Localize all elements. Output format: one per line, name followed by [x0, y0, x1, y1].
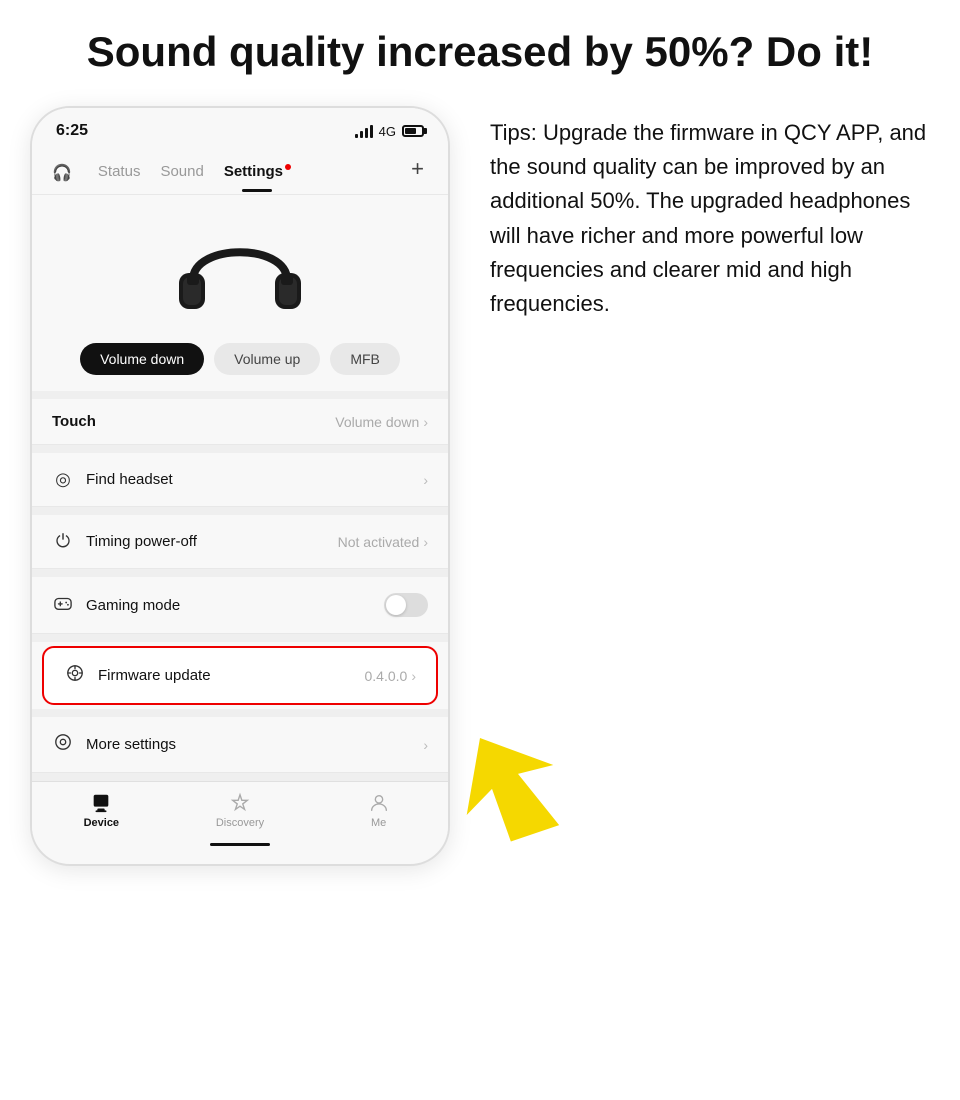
- touch-label: Touch: [52, 413, 335, 430]
- bottom-nav-discovery[interactable]: Discovery: [205, 792, 275, 829]
- more-settings-chevron-icon: ›: [423, 737, 428, 753]
- headphone-tab-icon[interactable]: 🎧: [52, 163, 72, 183]
- me-nav-label: Me: [371, 817, 386, 829]
- divider-5: [32, 634, 448, 642]
- discovery-nav-icon: [229, 792, 251, 814]
- touch-chevron-icon: ›: [423, 414, 428, 430]
- timing-power-off-row[interactable]: ⏻ Timing power-off Not activated ›: [32, 515, 448, 569]
- find-headset-row[interactable]: ◎ Find headset ›: [32, 453, 448, 507]
- touch-value: Volume down: [335, 414, 419, 430]
- device-nav-icon: [90, 792, 112, 814]
- find-headset-icon: ◎: [52, 469, 74, 490]
- device-nav-label: Device: [84, 817, 119, 829]
- add-tab-button[interactable]: +: [407, 152, 428, 194]
- volume-up-button[interactable]: Volume up: [214, 343, 320, 375]
- discovery-nav-label: Discovery: [216, 817, 264, 829]
- find-headset-label: Find headset: [86, 471, 423, 488]
- tips-text: Tips: Upgrade the firmware in QCY APP, a…: [490, 116, 930, 321]
- gaming-mode-toggle[interactable]: [384, 593, 428, 617]
- bottom-nav: Device Discovery Me: [32, 781, 448, 835]
- firmware-update-value: 0.4.0.0: [365, 668, 408, 684]
- divider-4: [32, 569, 448, 577]
- bottom-nav-me[interactable]: Me: [344, 792, 414, 829]
- more-settings-label: More settings: [86, 736, 423, 753]
- find-headset-chevron-icon: ›: [423, 472, 428, 488]
- phone-mockup: 6:25 4G 🎧 Status Sound Settings: [30, 106, 450, 866]
- timing-power-icon: ⏻: [52, 531, 74, 552]
- gaming-mode-row[interactable]: Gaming mode: [32, 577, 448, 634]
- timing-power-value: Not activated: [338, 534, 420, 550]
- yellow-arrow-container: [430, 720, 590, 850]
- tab-sound[interactable]: Sound: [150, 155, 213, 192]
- status-time: 6:25: [56, 122, 88, 140]
- firmware-update-label: Firmware update: [98, 667, 365, 684]
- tab-status[interactable]: Status: [88, 155, 151, 192]
- divider-7: [32, 773, 448, 781]
- gaming-mode-icon: [52, 594, 74, 617]
- home-indicator: [210, 843, 270, 846]
- mfb-button[interactable]: MFB: [330, 343, 400, 375]
- settings-notification-dot: [285, 164, 291, 170]
- firmware-update-icon: [64, 664, 86, 687]
- more-settings-row[interactable]: More settings ›: [32, 717, 448, 773]
- timing-power-label: Timing power-off: [86, 533, 338, 550]
- volume-buttons-row: Volume down Volume up MFB: [32, 335, 448, 391]
- divider-6: [32, 709, 448, 717]
- app-tabs: 🎧 Status Sound Settings +: [32, 148, 448, 195]
- tips-area: Tips: Upgrade the firmware in QCY APP, a…: [480, 106, 930, 321]
- touch-row[interactable]: Touch Volume down ›: [32, 399, 448, 445]
- me-nav-icon: [368, 792, 390, 814]
- yellow-arrow-icon: [430, 720, 590, 850]
- more-settings-icon: [52, 733, 74, 756]
- divider-2: [32, 445, 448, 453]
- gaming-mode-label: Gaming mode: [86, 597, 384, 614]
- divider-3: [32, 507, 448, 515]
- page-title: Sound quality increased by 50%? Do it!: [0, 0, 960, 96]
- divider-1: [32, 391, 448, 399]
- headphone-image-area: [32, 195, 448, 335]
- tab-settings[interactable]: Settings: [214, 155, 301, 192]
- volume-down-button[interactable]: Volume down: [80, 343, 204, 375]
- signal-bars-icon: [355, 125, 373, 138]
- headphone-image: [165, 215, 315, 325]
- bottom-nav-device[interactable]: Device: [66, 792, 136, 829]
- firmware-update-chevron-icon: ›: [411, 668, 416, 684]
- status-icons: 4G: [355, 124, 424, 139]
- battery-icon: [402, 125, 424, 137]
- status-bar: 6:25 4G: [32, 108, 448, 148]
- firmware-update-row[interactable]: Firmware update 0.4.0.0 ›: [42, 646, 438, 705]
- network-label: 4G: [379, 124, 396, 139]
- timing-power-chevron-icon: ›: [423, 534, 428, 550]
